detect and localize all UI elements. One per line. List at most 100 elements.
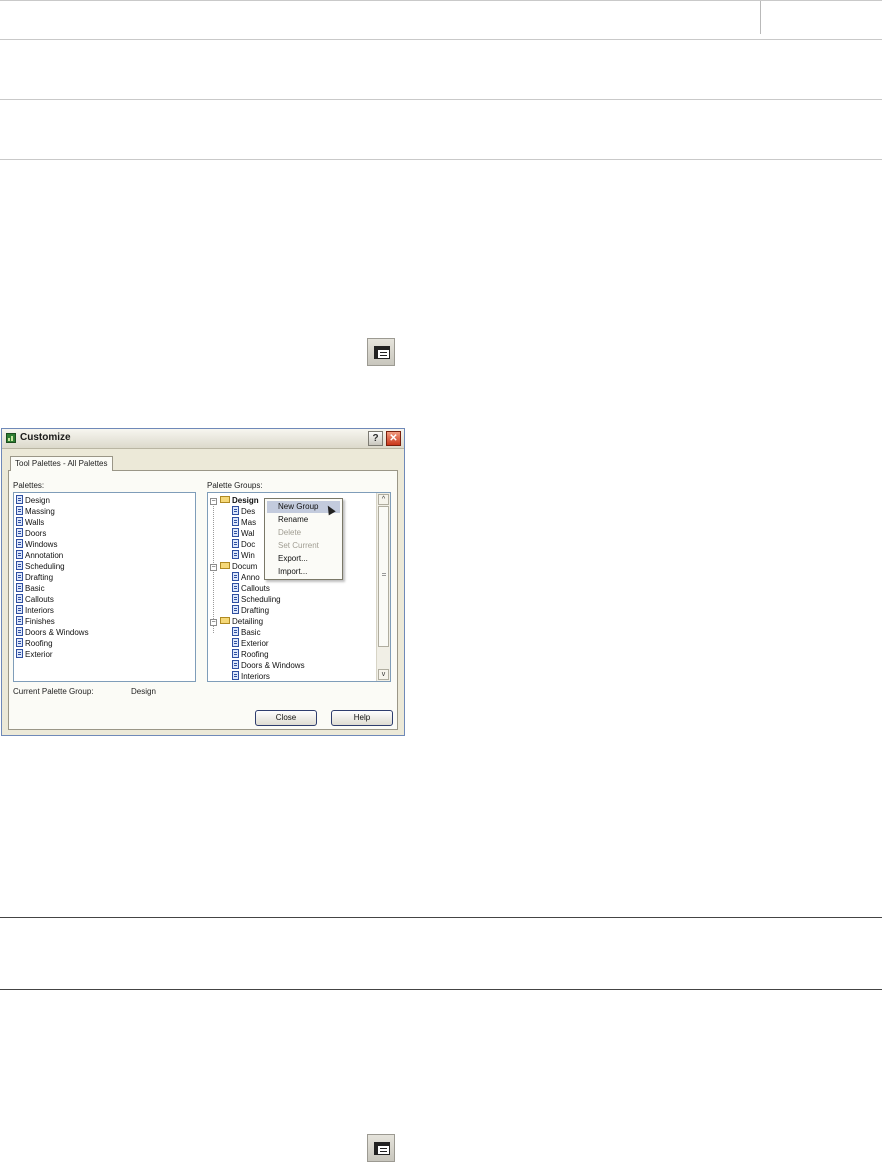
customize-dialog: Customize ? ✕ Palettes: Palette Groups: … bbox=[1, 428, 405, 736]
help-button[interactable]: Help bbox=[331, 710, 393, 726]
divider-line bbox=[0, 917, 882, 918]
tree-item[interactable]: Anno bbox=[232, 572, 260, 583]
title-bar[interactable]: Customize ? ✕ bbox=[2, 429, 404, 449]
palette-page-icon bbox=[16, 594, 23, 603]
palette-page-icon bbox=[16, 550, 23, 559]
palette-page-icon bbox=[16, 627, 23, 636]
palette-page-icon bbox=[232, 572, 239, 581]
help-title-button[interactable]: ? bbox=[368, 431, 383, 446]
palette-page-icon bbox=[232, 671, 239, 680]
app-icon bbox=[6, 433, 16, 443]
dialog-title: Customize bbox=[20, 432, 71, 443]
palette-page-icon bbox=[232, 649, 239, 658]
list-item[interactable]: Design bbox=[16, 495, 50, 506]
tree-group-detailing[interactable]: − Detailing bbox=[210, 616, 263, 627]
divider-line bbox=[0, 0, 882, 1]
list-item[interactable]: Scheduling bbox=[16, 561, 65, 572]
palette-page-icon bbox=[232, 605, 239, 614]
palette-page-icon bbox=[16, 572, 23, 581]
list-item[interactable]: Windows bbox=[16, 539, 57, 550]
tree-item[interactable]: Win bbox=[232, 550, 255, 561]
list-item[interactable]: Roofing bbox=[16, 638, 53, 649]
tree-item[interactable]: Doors & Windows bbox=[232, 660, 305, 671]
list-item[interactable]: Drafting bbox=[16, 572, 53, 583]
tool-palette-icon[interactable] bbox=[367, 1134, 395, 1162]
collapse-toggle[interactable]: − bbox=[210, 498, 217, 505]
list-item[interactable]: Interiors bbox=[16, 605, 54, 616]
close-title-button[interactable]: ✕ bbox=[386, 431, 401, 446]
palette-page-icon bbox=[232, 627, 239, 636]
tree-item[interactable]: Doc bbox=[232, 539, 255, 550]
palette-page-icon bbox=[16, 616, 23, 625]
divider-line bbox=[0, 99, 882, 100]
list-item[interactable]: Massing bbox=[16, 506, 55, 517]
vertical-scrollbar[interactable]: ^ v bbox=[376, 493, 390, 681]
palette-page-icon bbox=[16, 506, 23, 515]
tree-item[interactable]: Interiors bbox=[232, 671, 270, 681]
palette-page-icon bbox=[232, 539, 239, 548]
tree-item[interactable]: Basic bbox=[232, 627, 261, 638]
list-item[interactable]: Doors bbox=[16, 528, 46, 539]
menu-item-delete[interactable]: Delete bbox=[267, 527, 340, 539]
palette-page-icon bbox=[16, 495, 23, 504]
folder-icon bbox=[220, 496, 230, 503]
column-divider bbox=[760, 0, 761, 34]
close-button[interactable]: Close bbox=[255, 710, 317, 726]
palette-page-icon bbox=[232, 594, 239, 603]
divider-line bbox=[0, 39, 882, 40]
tree-item[interactable]: Drafting bbox=[232, 605, 269, 616]
tree-item[interactable]: Wal bbox=[232, 528, 254, 539]
palette-page-icon bbox=[232, 517, 239, 526]
list-item[interactable]: Doors & Windows bbox=[16, 627, 89, 638]
tab-tool-palettes[interactable]: Tool Palettes - All Palettes bbox=[10, 456, 113, 471]
tree-item[interactable]: Des bbox=[232, 506, 255, 517]
palette-page-icon bbox=[16, 605, 23, 614]
scroll-thumb[interactable] bbox=[378, 506, 389, 647]
list-item[interactable]: Finishes bbox=[16, 616, 55, 627]
palette-page-icon bbox=[232, 550, 239, 559]
context-menu: New Group Rename Delete Set Current Expo… bbox=[264, 498, 343, 580]
palette-page-icon bbox=[232, 506, 239, 515]
palette-page-icon bbox=[16, 517, 23, 526]
folder-icon bbox=[220, 562, 230, 569]
menu-item-export[interactable]: Export... bbox=[267, 553, 340, 565]
scroll-up-button[interactable]: ^ bbox=[378, 494, 389, 505]
tree-item[interactable]: Mas bbox=[232, 517, 256, 528]
current-group-label: Current Palette Group: bbox=[13, 687, 94, 696]
menu-item-rename[interactable]: Rename bbox=[267, 514, 340, 526]
palette-page-icon bbox=[232, 660, 239, 669]
tree-item[interactable]: Roofing bbox=[232, 649, 269, 660]
palette-groups-label: Palette Groups: bbox=[207, 481, 263, 490]
menu-item-set-current[interactable]: Set Current bbox=[267, 540, 340, 552]
palettes-list[interactable]: Design Massing Walls Doors Windows Annot… bbox=[13, 492, 196, 682]
folder-icon bbox=[220, 617, 230, 624]
palette-page-icon bbox=[232, 528, 239, 537]
scroll-down-button[interactable]: v bbox=[378, 669, 389, 680]
tree-group-design[interactable]: − Design bbox=[210, 495, 259, 506]
palette-page-icon bbox=[16, 561, 23, 570]
palette-page-icon bbox=[16, 638, 23, 647]
palette-page-icon bbox=[232, 583, 239, 592]
palette-page-icon bbox=[16, 528, 23, 537]
list-item[interactable]: Exterior bbox=[16, 649, 53, 660]
list-item[interactable]: Basic bbox=[16, 583, 45, 594]
tree-group-documentation[interactable]: − Docum bbox=[210, 561, 257, 572]
divider-line bbox=[0, 159, 882, 160]
collapse-toggle[interactable]: − bbox=[210, 564, 217, 571]
list-item[interactable]: Annotation bbox=[16, 550, 63, 561]
palettes-label: Palettes: bbox=[13, 481, 45, 490]
palette-page-icon bbox=[16, 539, 23, 548]
palette-page-icon bbox=[16, 583, 23, 592]
tree-item[interactable]: Scheduling bbox=[232, 594, 281, 605]
divider-line bbox=[0, 989, 882, 990]
list-item[interactable]: Walls bbox=[16, 517, 44, 528]
tree-item[interactable]: Exterior bbox=[232, 638, 269, 649]
menu-item-import[interactable]: Import... bbox=[267, 566, 340, 578]
collapse-toggle[interactable]: − bbox=[210, 619, 217, 626]
current-group-value: Design bbox=[131, 687, 156, 696]
palette-page-icon bbox=[16, 649, 23, 658]
tool-palette-icon[interactable] bbox=[367, 338, 395, 366]
tree-item[interactable]: Callouts bbox=[232, 583, 270, 594]
list-item[interactable]: Callouts bbox=[16, 594, 54, 605]
palette-page-icon bbox=[232, 638, 239, 647]
